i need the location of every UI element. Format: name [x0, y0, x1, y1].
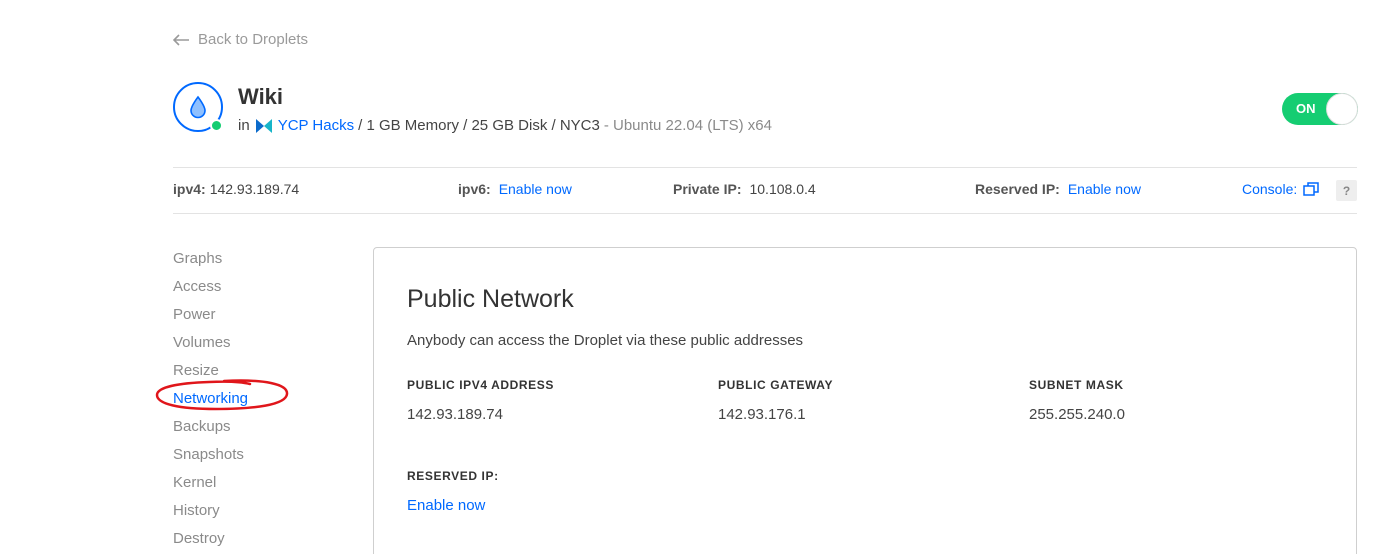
- private-ip-key: Private IP:: [673, 181, 742, 197]
- private-ip-info: Private IP: 10.108.0.4: [673, 181, 816, 197]
- subnet-mask-label: SUBNET MASK: [1029, 378, 1124, 392]
- help-button[interactable]: ?: [1336, 180, 1357, 201]
- droplet-os: - Ubuntu 22.04 (LTS) x64: [603, 117, 772, 134]
- divider-top: [173, 167, 1357, 168]
- subnet-mask-value: 255.255.240.0: [1029, 406, 1125, 423]
- sidenav-item-access[interactable]: Access: [173, 277, 248, 305]
- public-gateway-value: 142.93.176.1: [718, 406, 806, 423]
- sidenav-item-volumes[interactable]: Volumes: [173, 333, 248, 361]
- public-network-description: Anybody can access the Droplet via these…: [407, 332, 804, 349]
- ycp-hacks-logo-icon: [255, 118, 272, 133]
- public-network-panel: Public Network Anybody can access the Dr…: [373, 247, 1357, 554]
- reserved-ip-key: Reserved IP:: [975, 181, 1060, 197]
- droplet-name: Wiki: [238, 84, 284, 109]
- ipv6-enable-link[interactable]: Enable now: [499, 181, 572, 197]
- droplet-specs: / 1 GB Memory / 25 GB Disk / NYC3: [358, 117, 600, 134]
- sidenav-item-kernel[interactable]: Kernel: [173, 473, 248, 501]
- public-ipv4-label: PUBLIC IPV4 ADDRESS: [407, 378, 554, 392]
- sidenav-item-graphs[interactable]: Graphs: [173, 249, 248, 277]
- console-label: Console:: [1242, 181, 1298, 197]
- public-gateway-column: PUBLIC GATEWAY 142.93.176.1: [718, 378, 833, 423]
- droplet-icon: [190, 95, 206, 119]
- sidenav-item-history[interactable]: History: [173, 501, 248, 529]
- reserved-ip-section: RESERVED IP: Enable now: [407, 469, 499, 514]
- droplet-sidenav: Graphs Access Power Volumes Resize Netwo…: [173, 249, 248, 554]
- ipv6-info: ipv6: Enable now: [458, 181, 572, 197]
- reserved-ip-label: RESERVED IP:: [407, 469, 499, 483]
- subnet-mask-column: SUBNET MASK 255.255.240.0: [1029, 378, 1125, 423]
- sidenav-item-power[interactable]: Power: [173, 305, 248, 333]
- sidenav-item-snapshots[interactable]: Snapshots: [173, 445, 248, 473]
- back-link-label: Back to Droplets: [198, 31, 309, 48]
- status-dot: [210, 119, 223, 132]
- arrow-left-icon: [173, 33, 189, 46]
- sidenav-item-backups[interactable]: Backups: [173, 417, 248, 445]
- back-to-droplets-link[interactable]: Back to Droplets: [173, 31, 308, 48]
- droplet-subline: in YCP Hacks / 1 GB Memory / 25 GB Disk …: [238, 117, 772, 134]
- power-toggle-label: ON: [1296, 101, 1316, 116]
- project-link[interactable]: YCP Hacks: [278, 117, 354, 134]
- sidenav-item-resize[interactable]: Resize: [173, 361, 248, 389]
- ipv4-value: 142.93.189.74: [209, 181, 300, 197]
- ipv4-info: ipv4: 142.93.189.74: [173, 181, 299, 197]
- power-toggle-knob: [1326, 93, 1358, 125]
- reserved-ip-info: Reserved IP: Enable now: [975, 181, 1141, 197]
- ipv4-key: ipv4:: [173, 181, 206, 197]
- external-window-icon: [1303, 182, 1320, 196]
- console-link[interactable]: Console:: [1242, 181, 1320, 197]
- sidenav-item-networking[interactable]: Networking: [173, 389, 248, 417]
- ipv6-key: ipv6:: [458, 181, 491, 197]
- public-gateway-label: PUBLIC GATEWAY: [718, 378, 834, 392]
- private-ip-value: 10.108.0.4: [749, 181, 816, 197]
- public-ipv4-column: PUBLIC IPV4 ADDRESS 142.93.189.74: [407, 378, 554, 423]
- power-toggle[interactable]: ON: [1282, 93, 1358, 125]
- reserved-ip-enable-now-link[interactable]: Enable now: [407, 497, 499, 514]
- public-network-title: Public Network: [407, 285, 574, 313]
- public-ipv4-value: 142.93.189.74: [407, 406, 503, 423]
- reserved-ip-enable-link[interactable]: Enable now: [1068, 181, 1141, 197]
- sidenav-item-destroy[interactable]: Destroy: [173, 529, 248, 554]
- divider-bottom: [173, 213, 1357, 214]
- in-label: in: [238, 117, 250, 134]
